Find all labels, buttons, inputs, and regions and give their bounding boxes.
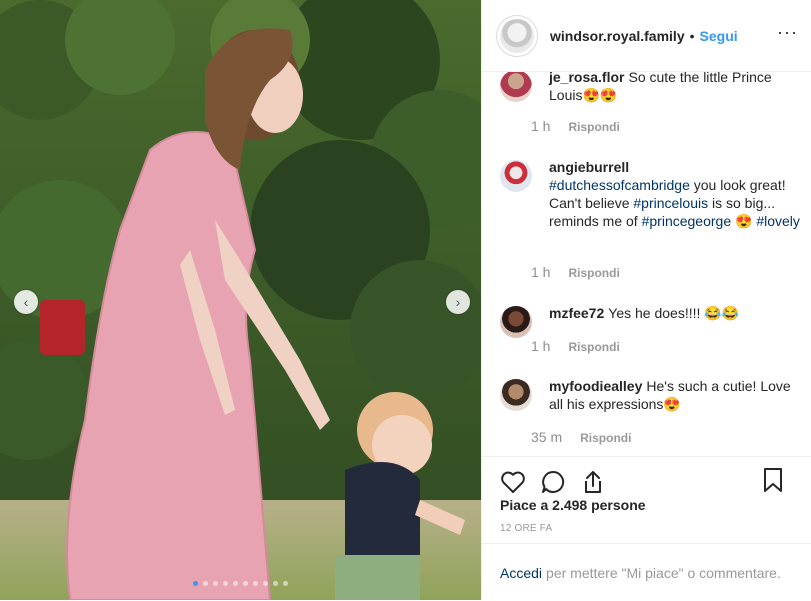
carousel-dot bbox=[263, 581, 268, 586]
comment-meta: 1 h Rispondi bbox=[531, 264, 620, 280]
post-timestamp: 12 ORE FA bbox=[500, 523, 553, 534]
previous-photo-button[interactable]: ‹ bbox=[14, 290, 38, 314]
login-prompt-text: per mettere "Mi piace" o commentare. bbox=[546, 564, 781, 581]
author-username[interactable]: windsor.royal.family bbox=[550, 28, 685, 44]
more-options-icon[interactable]: ··· bbox=[777, 22, 798, 43]
commenter-avatar[interactable] bbox=[500, 72, 532, 102]
chevron-right-icon: › bbox=[455, 294, 461, 310]
comment-item: myfoodiealley He's such a cutie! Love all… bbox=[500, 377, 800, 413]
commenter-username[interactable]: angieburrell bbox=[549, 159, 629, 175]
comment-text: myfoodiealley He's such a cutie! Love all… bbox=[549, 377, 800, 413]
follow-button[interactable]: Segui bbox=[700, 28, 738, 44]
carousel-dot bbox=[283, 581, 288, 586]
post-photo[interactable]: ‹ › bbox=[0, 0, 481, 600]
comment-text: angieburrell #dutchessofcambridge you lo… bbox=[549, 158, 800, 230]
hashtag-link[interactable]: #princelouis bbox=[633, 195, 708, 211]
carousel-dot bbox=[253, 581, 258, 586]
login-link[interactable]: Accedi bbox=[500, 565, 542, 581]
comment-body: Yes he does!!!! 😂😂 bbox=[608, 305, 740, 321]
avatar-image bbox=[500, 18, 534, 53]
carousel-dot bbox=[273, 581, 278, 586]
comment-meta: 35 m Rispondi bbox=[531, 429, 631, 445]
save-button[interactable] bbox=[758, 465, 788, 495]
reply-button[interactable]: Rispondi bbox=[568, 120, 619, 134]
chevron-left-icon: ‹ bbox=[23, 294, 29, 310]
comment-time: 1 h bbox=[531, 118, 551, 134]
comment-item: mzfee72 Yes he does!!!! 😂😂 bbox=[500, 304, 800, 338]
reply-button[interactable]: Rispondi bbox=[568, 340, 619, 354]
comment-meta: 1 h Rispondi bbox=[531, 118, 620, 134]
comment-time: 35 m bbox=[531, 429, 563, 445]
reply-button[interactable]: Rispondi bbox=[580, 431, 631, 445]
likes-count[interactable]: Piace a 2.498 persone bbox=[500, 497, 646, 513]
like-button[interactable] bbox=[498, 467, 528, 497]
photo-image bbox=[0, 0, 481, 600]
share-icon bbox=[585, 471, 601, 493]
post-header: windsor.royal.family • Segui ··· bbox=[482, 0, 811, 72]
commenter-username[interactable]: mzfee72 bbox=[549, 305, 604, 321]
carousel-dot bbox=[243, 581, 248, 586]
comment-body: 😍 bbox=[731, 213, 757, 229]
carousel-dot bbox=[213, 581, 218, 586]
login-prompt: Accedi per mettere "Mi piace" o commenta… bbox=[482, 543, 811, 601]
commenter-avatar[interactable] bbox=[500, 306, 532, 338]
reply-button[interactable]: Rispondi bbox=[568, 266, 619, 280]
hashtag-link[interactable]: #princegeorge bbox=[642, 213, 732, 229]
comment-text: je_rosa.flor So cute the little Prince Lo… bbox=[549, 72, 800, 104]
carousel-dot bbox=[223, 581, 228, 586]
commenter-username[interactable]: je_rosa.flor bbox=[549, 72, 624, 85]
comments-list: je_rosa.flor So cute the little Prince Lo… bbox=[482, 72, 811, 456]
hashtag-link[interactable]: #dutchessofcambridge bbox=[549, 177, 690, 193]
post-side-panel: windsor.royal.family • Segui ··· je_rosa… bbox=[481, 0, 811, 600]
carousel-dot bbox=[233, 581, 238, 586]
comment-item: angieburrell #dutchessofcambridge you lo… bbox=[500, 158, 800, 230]
heart-icon bbox=[501, 471, 525, 493]
carousel-dot bbox=[203, 581, 208, 586]
carousel-dots bbox=[0, 581, 481, 586]
carousel-dot bbox=[193, 581, 198, 586]
separator-dot: • bbox=[689, 27, 695, 44]
comment-time: 1 h bbox=[531, 338, 551, 354]
author-avatar[interactable] bbox=[496, 14, 538, 57]
action-icons-row bbox=[498, 465, 798, 499]
commenter-avatar[interactable] bbox=[500, 160, 532, 192]
share-button[interactable] bbox=[578, 467, 608, 497]
instagram-post-view: ‹ › windsor.royal.family • Segui ··· je_… bbox=[0, 0, 811, 600]
next-photo-button[interactable]: › bbox=[446, 290, 470, 314]
comment-bubble-icon bbox=[542, 470, 565, 493]
comment-text: mzfee72 Yes he does!!!! 😂😂 bbox=[549, 304, 739, 338]
post-actions: Piace a 2.498 persone 12 ORE FA Accedi p… bbox=[482, 456, 811, 601]
hashtag-link[interactable]: #lovely bbox=[756, 213, 800, 229]
comment-item: je_rosa.flor So cute the little Prince Lo… bbox=[500, 72, 800, 104]
commenter-username[interactable]: myfoodiealley bbox=[549, 378, 642, 394]
comment-button[interactable] bbox=[538, 467, 568, 497]
bookmark-icon bbox=[764, 468, 782, 492]
comment-meta: 1 h Rispondi bbox=[531, 338, 620, 354]
comment-time: 1 h bbox=[531, 264, 551, 280]
commenter-avatar[interactable] bbox=[500, 379, 532, 411]
